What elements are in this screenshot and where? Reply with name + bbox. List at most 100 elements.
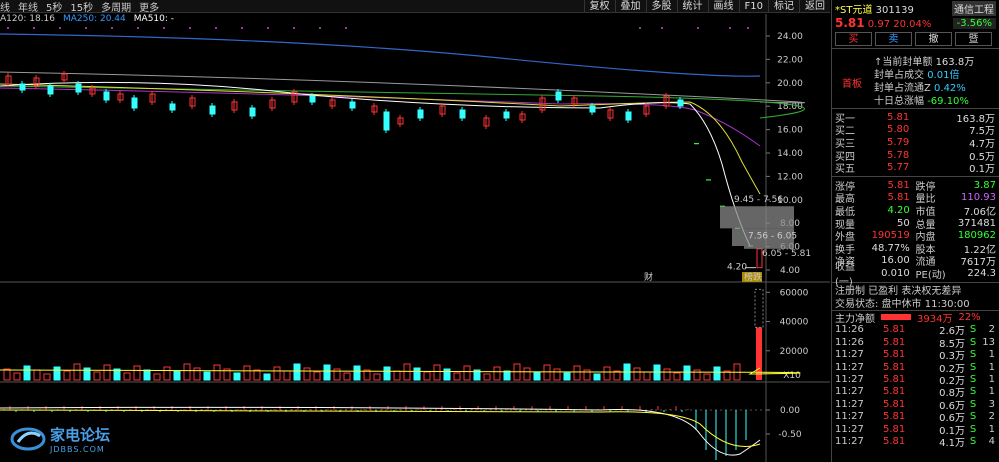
stat-value: 224.3 (967, 267, 996, 279)
tick-side: S (969, 324, 977, 336)
order-book-row: 买五 5.77 0.1万 (832, 161, 999, 176)
period-0[interactable]: 线 (0, 0, 10, 14)
tick-side: S (969, 336, 977, 348)
event-dot (163, 27, 165, 29)
volume-bar (23, 365, 31, 381)
volume-bar (183, 363, 191, 381)
tick-time: 11:27 (835, 386, 864, 398)
tool-button-4[interactable]: 画线 (707, 0, 739, 13)
tick-price: 5.81 (883, 324, 906, 336)
volume-bar (173, 370, 181, 381)
stat-value: 50 (897, 217, 910, 229)
tool-button-2[interactable]: 多股 (645, 0, 677, 13)
stat-value: 5.81 (887, 179, 910, 191)
tool-button-6[interactable]: 标记 (768, 0, 799, 13)
period-selector: 线年线 5秒 15秒 多周期 更多 (0, 0, 159, 14)
candle-body (677, 99, 684, 107)
event-dot (267, 27, 269, 29)
price-band-label: 6.05 - 5.81 (762, 249, 811, 259)
tool-button-5[interactable]: F10 (738, 0, 768, 13)
tick-row: 11:27 5.81 0.6万 S 2 (832, 410, 999, 424)
tool-button-3[interactable]: 统计 (676, 0, 708, 13)
stock-code: 301139 (875, 4, 914, 16)
volume-bar (253, 369, 261, 381)
ob-price: 5.79 (887, 136, 910, 148)
event-dot (137, 27, 139, 29)
period-5[interactable]: 更多 (139, 0, 159, 14)
chart-toolbar: 线年线 5秒 15秒 多周期 更多 复权 叠加 多股 统计 画线 F10 标记 返回 (0, 0, 830, 14)
candle-body (309, 95, 316, 103)
volume-bar (683, 365, 691, 381)
stock-name: *ST元道 (835, 4, 873, 16)
tick-price: 5.81 (883, 411, 906, 423)
kline-chart[interactable]: 24.0022.0020.0018.0016.0014.0012.0010.00… (0, 14, 830, 462)
volume-bar (543, 364, 551, 381)
price-change-pct: 20.04% (893, 19, 932, 30)
volume-bar (273, 366, 281, 381)
period-3[interactable]: 15秒 (70, 0, 93, 14)
action-button-2[interactable]: 撤 (915, 32, 952, 46)
tick-time: 11:27 (835, 411, 864, 423)
volume-bar (3, 368, 11, 381)
tool-button-1[interactable]: 叠加 (614, 0, 646, 13)
volume-bar (443, 368, 451, 381)
candle-body (417, 109, 424, 119)
volume-bar (493, 366, 501, 381)
price-axis-label: 20.00 (777, 79, 803, 89)
tick-price: 5.81 (883, 361, 906, 373)
main-flow-bar (881, 314, 911, 321)
period-1[interactable]: 年线 (18, 0, 38, 14)
stat-value: 16.00 (881, 255, 910, 267)
period-4[interactable]: 多周期 (101, 0, 131, 14)
event-dot (319, 27, 321, 29)
volume-bar (53, 366, 61, 381)
stat-value: 4.20 (887, 204, 910, 216)
tool-button-0[interactable]: 复权 (583, 0, 615, 13)
tick-list[interactable]: 11:26 5.81 2.6万 S 2 11:26 5.81 8.5万 S 13 11:27 5.81… (832, 324, 999, 449)
order-book: 买一 5.81 163.8万 买二 5.80 7.5万 买三 5.79 4.7万 买四 5.78 0.… (832, 108, 999, 176)
candle-body (625, 111, 632, 121)
ob-label: 买五 (835, 164, 855, 176)
tick-price: 5.81 (883, 336, 906, 348)
event-dot (33, 27, 35, 29)
candle-body (47, 85, 54, 95)
action-button-0[interactable]: 买 (835, 32, 872, 46)
ob-price: 5.77 (887, 162, 910, 174)
event-dot (729, 27, 731, 29)
ob-price: 5.81 (887, 111, 910, 123)
tick-count: 4 (988, 435, 995, 447)
seal-label: 十日总涨幅 (874, 96, 928, 107)
tick-row: 11:27 5.81 0.2万 S 1 (832, 361, 999, 375)
volume-bar (593, 373, 601, 381)
price-axis-label: 22.00 (777, 55, 803, 65)
volume-bar (523, 367, 531, 381)
tick-row: 11:26 5.81 8.5万 S 13 (832, 336, 999, 350)
sector-name[interactable]: 通信工程 (952, 0, 996, 16)
tick-row: 11:27 5.81 0.6万 S 3 (832, 398, 999, 412)
tick-count: 2 (988, 324, 995, 336)
tick-time: 11:27 (835, 373, 864, 385)
tick-count: 2 (988, 411, 995, 423)
price-axis-label: 4.00 (780, 266, 800, 276)
tick-price: 5.81 (883, 349, 906, 361)
candle-body (131, 97, 138, 109)
tick-price: 5.81 (883, 386, 906, 398)
stat-value: 3.87 (973, 179, 996, 191)
volume-axis-label: 40000 (780, 318, 809, 328)
tick-count: 1 (988, 349, 995, 361)
volume-bar (393, 370, 401, 381)
tick-row: 11:27 5.81 0.3万 S 1 (832, 349, 999, 362)
action-button-1[interactable]: 卖 (875, 32, 912, 46)
volume-bar (483, 373, 491, 381)
volume-bar (63, 370, 71, 381)
action-button-3[interactable]: 暨 (955, 32, 992, 46)
registration-info: 注册制 已盈利 表决权无差异 (832, 281, 999, 297)
main-flow-pct: 22% (958, 311, 981, 323)
finance-marker: 财 (644, 271, 653, 283)
tick-count: 1 (988, 386, 995, 398)
event-dot (241, 27, 243, 29)
tool-button-7[interactable]: 返回 (799, 0, 830, 13)
stat-value: 371481 (957, 217, 996, 229)
stat-value: 190519 (871, 230, 910, 242)
period-2[interactable]: 5秒 (46, 0, 62, 14)
